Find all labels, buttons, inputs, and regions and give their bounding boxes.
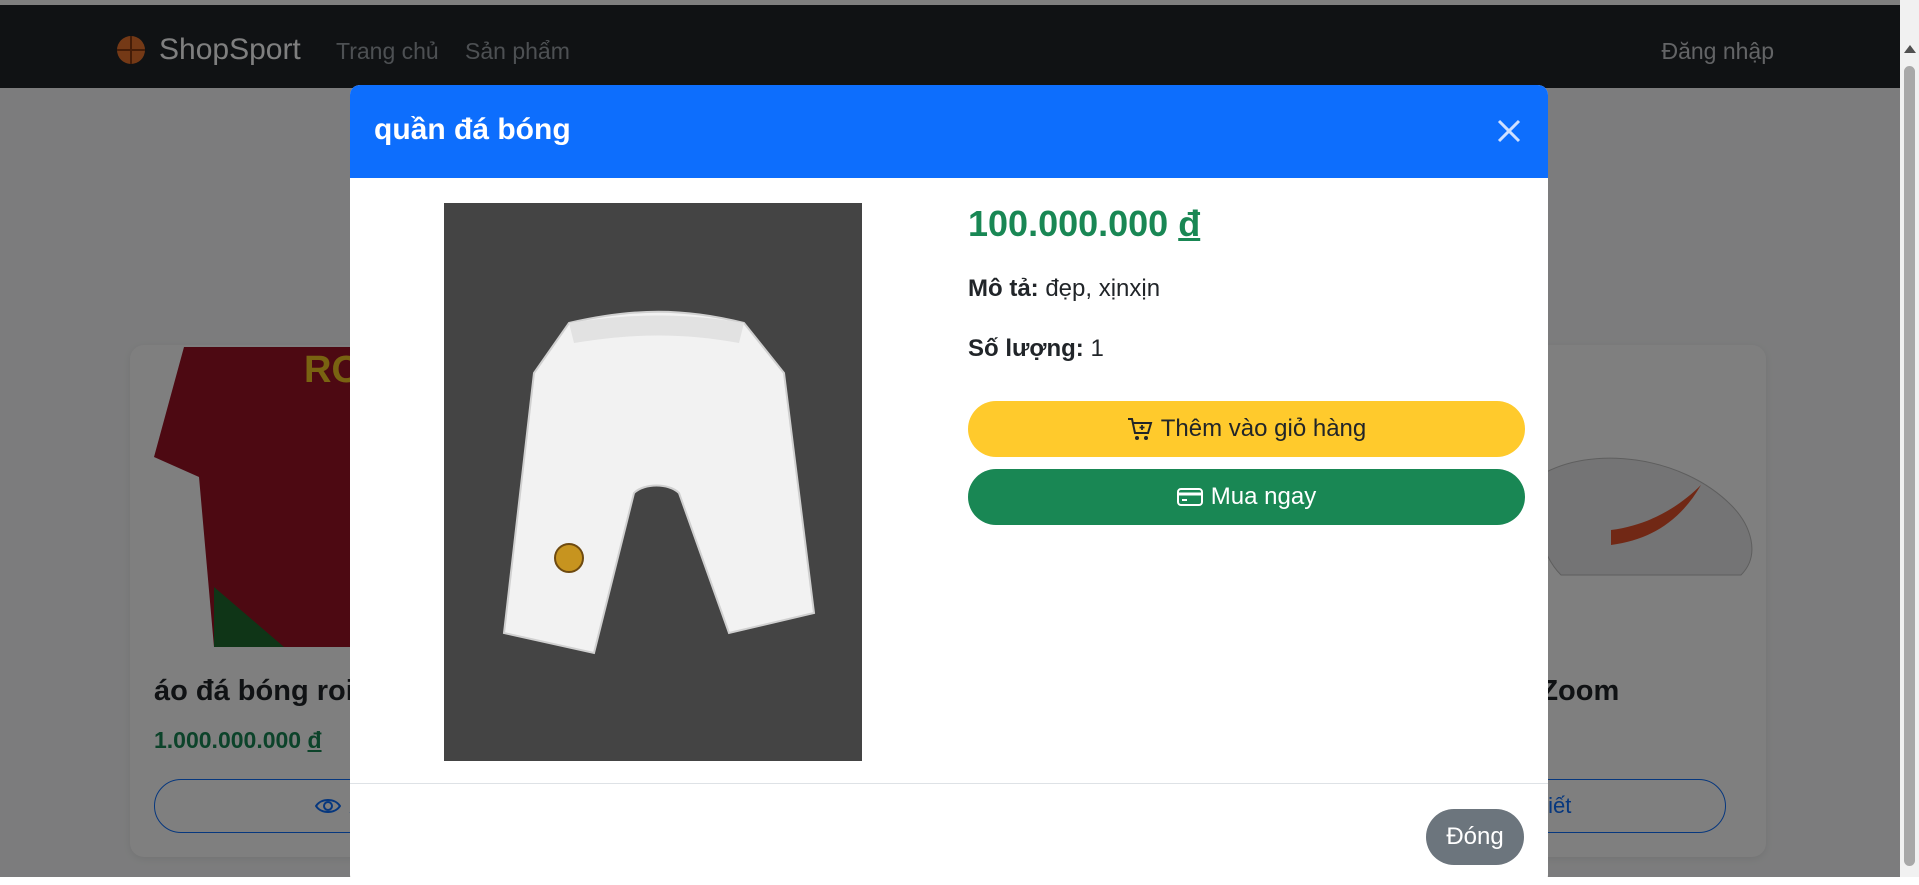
product-description: Mô tả: đẹp, xịnxịn	[968, 275, 1160, 303]
close-icon[interactable]	[1492, 114, 1526, 148]
price-value: 100.000.000	[968, 203, 1169, 244]
close-button[interactable]: Đóng	[1426, 809, 1524, 865]
price-currency: đ	[1178, 203, 1201, 244]
add-to-cart-label: Thêm vào giỏ hàng	[1160, 415, 1367, 442]
credit-card-icon	[1176, 488, 1203, 506]
scroll-up-arrow-icon[interactable]	[1904, 45, 1916, 53]
scrollbar[interactable]	[1900, 0, 1919, 877]
buy-now-button[interactable]: Mua ngay	[968, 469, 1525, 525]
product-image	[444, 203, 862, 761]
add-to-cart-button[interactable]: Thêm vào giỏ hàng	[968, 401, 1525, 457]
product-price: 100.000.000 đ	[968, 203, 1200, 245]
buy-now-label: Mua ngay	[1210, 483, 1317, 510]
product-modal: quần đá bóng 100.000.000 đ Mô tả: đẹp, x…	[350, 85, 1548, 885]
shorts-image	[502, 310, 816, 655]
modal-title: quần đá bóng	[374, 113, 571, 146]
scroll-thumb[interactable]	[1904, 66, 1915, 866]
quantity-value: 1	[1090, 335, 1104, 362]
modal-footer-divider	[350, 783, 1548, 784]
cart-icon	[1127, 418, 1153, 440]
quantity-label: Số lượng:	[968, 335, 1084, 362]
modal-header: quần đá bóng	[350, 85, 1548, 178]
product-quantity: Số lượng: 1	[968, 335, 1104, 363]
page-background: ShopSport Trang chủ Sản phẩm Đăng nhập R…	[0, 0, 1900, 885]
description-label: Mô tả:	[968, 275, 1039, 302]
description-value: đẹp, xịnxịn	[1045, 275, 1161, 302]
